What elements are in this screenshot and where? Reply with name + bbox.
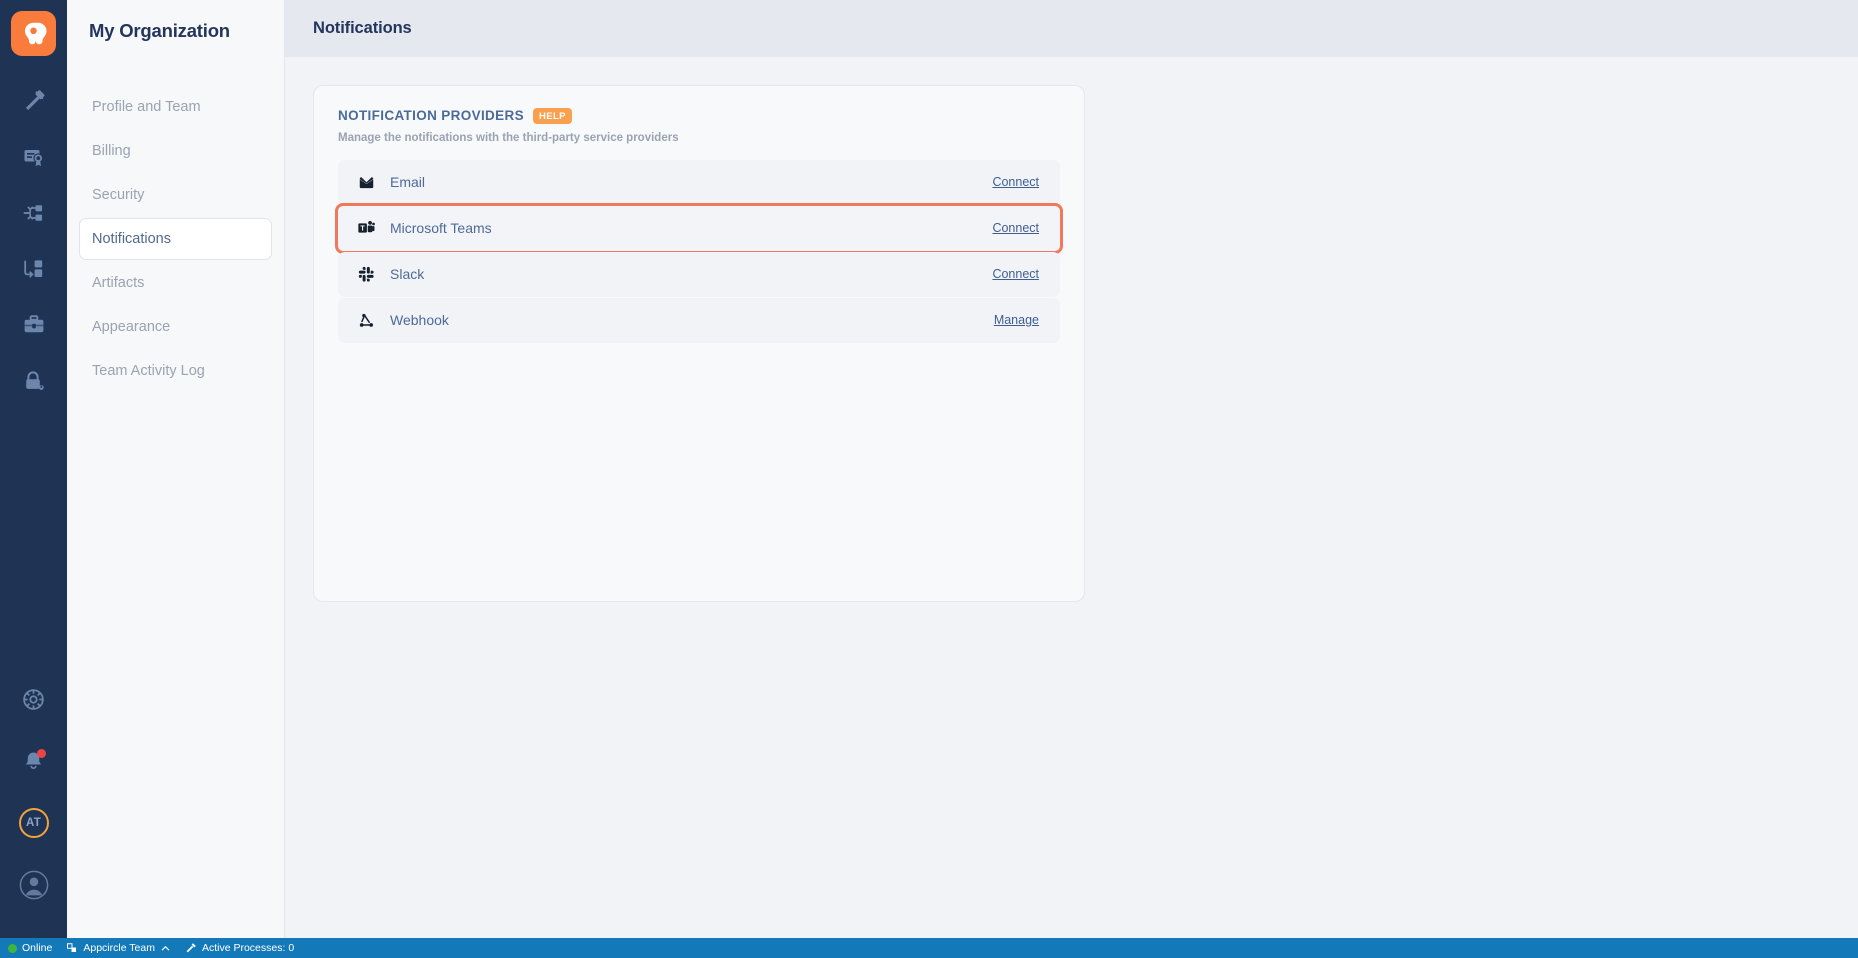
slack-icon	[356, 264, 376, 284]
provider-name: Webhook	[390, 312, 449, 328]
settings-sidebar: My Organization Profile and Team Billing…	[67, 0, 285, 938]
appcircle-logo[interactable]	[11, 11, 56, 56]
signing-identities-icon[interactable]	[11, 134, 57, 180]
notifications-bell-icon[interactable]	[11, 738, 57, 784]
webhook-icon	[356, 310, 376, 330]
page-title: Notifications	[313, 19, 412, 37]
sidebar-item-appearance[interactable]: Appearance	[79, 306, 272, 348]
user-avatar[interactable]	[11, 862, 57, 908]
organization-switch-icon	[66, 942, 78, 954]
help-badge[interactable]: HELP	[532, 108, 572, 124]
content-area: NOTIFICATION PROVIDERS HELP Manage the n…	[285, 57, 1858, 938]
status-active-processes[interactable]: Active Processes: 0	[183, 938, 302, 958]
provider-row-email[interactable]: Email Connect	[338, 159, 1060, 205]
security-icon[interactable]	[11, 358, 57, 404]
status-organization[interactable]: Appcircle Team	[64, 938, 179, 958]
sidebar-nav: Profile and Team Billing Security Notifi…	[79, 86, 272, 392]
sidebar-title: My Organization	[89, 20, 230, 41]
testing-distribution-icon[interactable]	[11, 302, 57, 348]
enterprise-store-icon[interactable]	[11, 246, 57, 292]
page-header: Notifications	[285, 0, 1858, 57]
provider-connect-link[interactable]: Connect	[992, 267, 1039, 281]
app-window: AT My Organization Profile and Team Bill…	[0, 0, 1858, 958]
provider-name: Email	[390, 174, 426, 190]
notification-badge-dot	[36, 749, 46, 758]
chevron-up-icon[interactable]	[160, 943, 171, 954]
provider-name: Slack	[390, 266, 425, 282]
online-indicator-dot	[8, 943, 17, 953]
provider-manage-link[interactable]: Manage	[994, 313, 1039, 327]
status-online-label: Online	[22, 942, 53, 954]
build-icon[interactable]	[11, 78, 57, 124]
sidebar-item-profile-and-team[interactable]: Profile and Team	[79, 86, 272, 128]
sidebar-item-artifacts[interactable]: Artifacts	[79, 262, 272, 304]
distribution-icon[interactable]	[11, 190, 57, 236]
sidebar-item-security[interactable]: Security	[79, 174, 272, 216]
card-subtitle: Manage the notifications with the third-…	[338, 131, 679, 144]
card-header: NOTIFICATION PROVIDERS HELP	[338, 108, 1060, 124]
organization-avatar-initials: AT	[18, 808, 49, 838]
sidebar-item-notifications[interactable]: Notifications	[79, 218, 272, 260]
status-online[interactable]: Online	[6, 938, 60, 958]
email-icon	[356, 172, 376, 192]
provider-row-webhook[interactable]: Webhook Manage	[338, 297, 1060, 343]
main-content: Notifications NOTIFICATION PROVIDERS HEL…	[285, 0, 1858, 938]
microsoft-teams-icon: T	[356, 218, 376, 238]
build-hammer-icon	[185, 942, 197, 954]
sidebar-item-team-activity-log[interactable]: Team Activity Log	[79, 350, 272, 392]
primary-nav-rail: AT	[0, 0, 67, 938]
sidebar-item-billing[interactable]: Billing	[79, 130, 272, 172]
status-active-processes-label: Active Processes: 0	[201, 942, 295, 954]
rail-bottom-group: AT	[11, 676, 57, 938]
provider-connect-link[interactable]: Connect	[992, 175, 1039, 189]
svg-text:T: T	[360, 223, 365, 232]
notification-providers-card: NOTIFICATION PROVIDERS HELP Manage the n…	[313, 85, 1085, 602]
status-organization-label: Appcircle Team	[83, 942, 155, 954]
provider-row-microsoft-teams[interactable]: T Microsoft Teams Connect	[335, 202, 1063, 254]
provider-list: Email Connect T Microsoft Teams Connect …	[335, 159, 1063, 343]
resources-icon[interactable]	[11, 676, 57, 722]
provider-name: Microsoft Teams	[390, 220, 492, 236]
status-bar: Online Appcircle Team Active Processes: …	[0, 938, 1858, 958]
card-title: NOTIFICATION PROVIDERS	[338, 108, 524, 124]
app-body: AT My Organization Profile and Team Bill…	[0, 0, 1858, 938]
organization-avatar[interactable]: AT	[11, 800, 57, 846]
provider-row-slack[interactable]: Slack Connect	[338, 251, 1060, 297]
provider-connect-link[interactable]: Connect	[992, 221, 1039, 235]
